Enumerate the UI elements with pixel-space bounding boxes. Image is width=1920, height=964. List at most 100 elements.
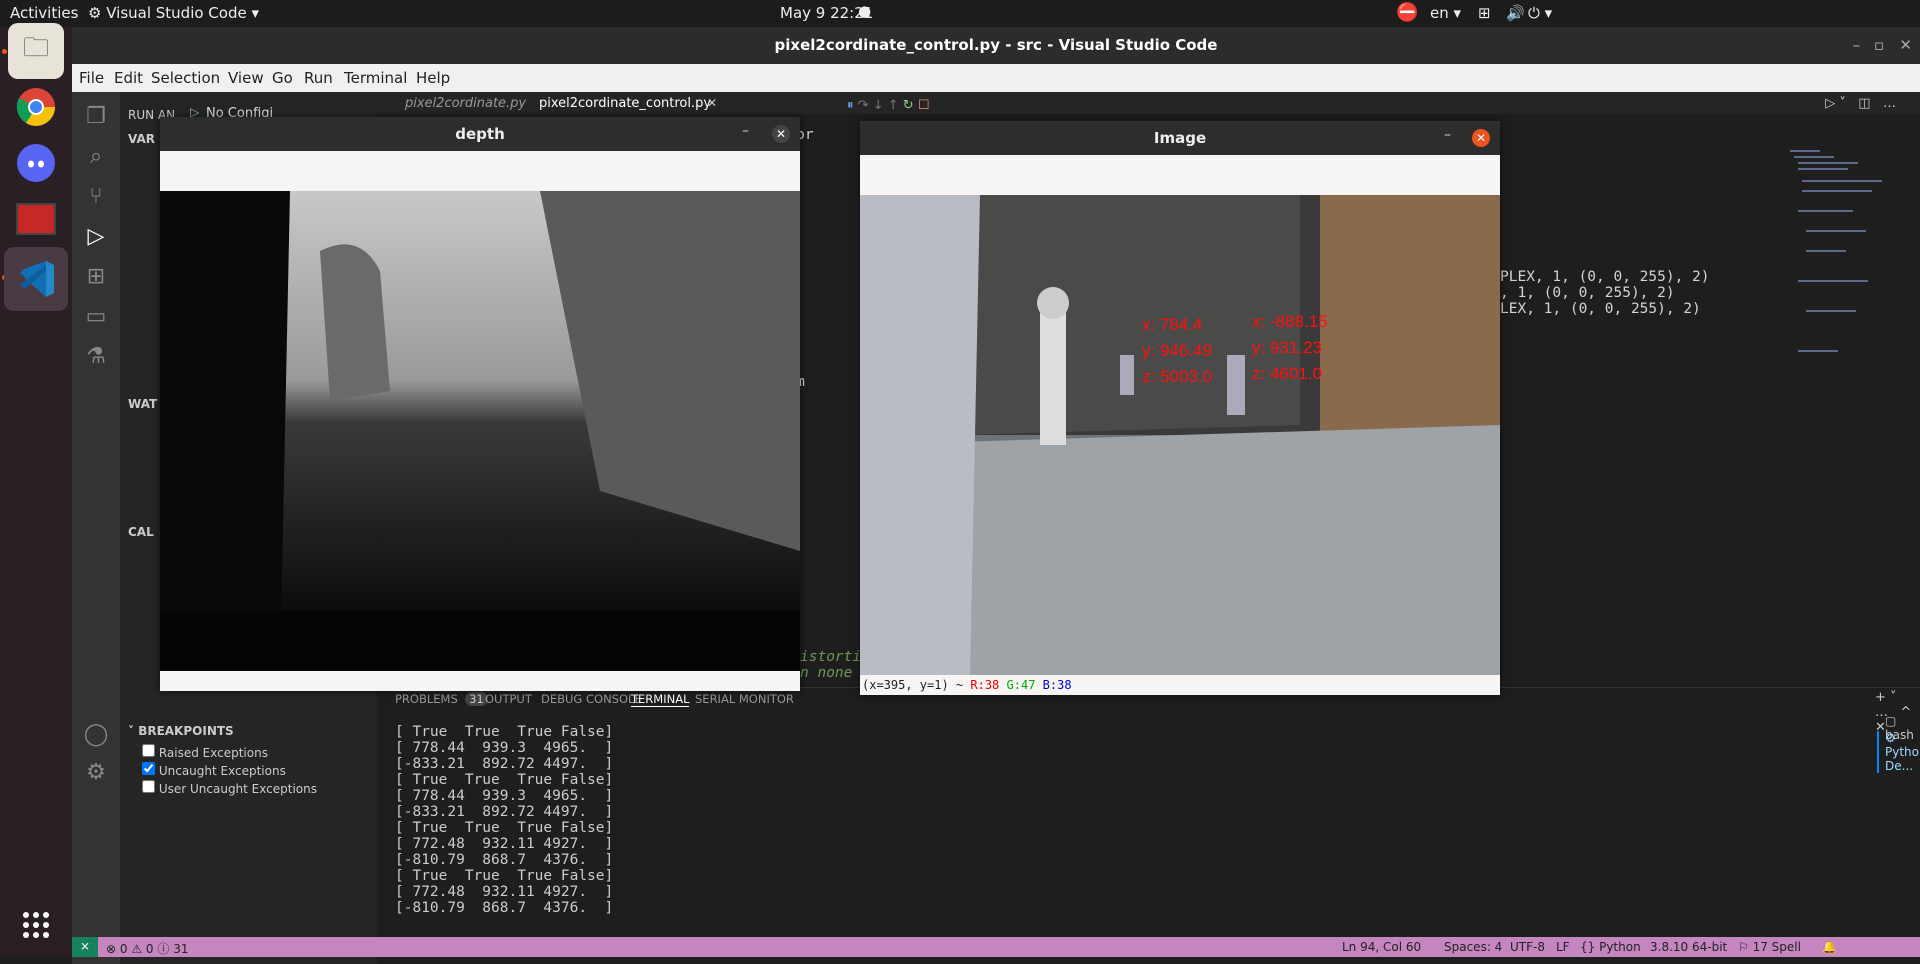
vscode-icon[interactable] — [4, 247, 68, 311]
encoding[interactable]: UTF-8 — [1510, 940, 1545, 954]
eol[interactable]: LF — [1556, 940, 1570, 954]
depth-close-button[interactable]: ✕ — [772, 125, 790, 143]
tab-debug-console[interactable]: DEBUG CONSOLE — [541, 692, 642, 706]
terminal-line: [ True True True False] — [395, 820, 614, 836]
remote-explorer-icon[interactable]: ▭ — [82, 304, 110, 332]
variables-header[interactable]: VAR — [128, 132, 155, 146]
tab-pixel2cordinate-control[interactable]: pixel2cordinate_control.py — [539, 96, 711, 111]
breakpoints-label: BREAKPOINTS — [138, 724, 234, 738]
close-button[interactable]: ✕ — [1899, 27, 1912, 64]
python-interpreter[interactable]: 3.8.10 64-bit — [1650, 940, 1727, 954]
step-over-icon[interactable]: ↷ — [858, 98, 869, 113]
settings-gear-icon[interactable]: ⚙ — [82, 760, 110, 788]
pause-icon[interactable]: ⏸ — [847, 98, 854, 113]
maximize-button[interactable]: ▫ — [1874, 27, 1884, 64]
code-line: istorti — [800, 649, 862, 665]
discord-icon[interactable] — [8, 135, 64, 191]
code-line: PLEX, 1, (0, 0, 255), 2) — [1500, 269, 1710, 285]
menu-go[interactable]: Go — [272, 69, 293, 87]
restart-icon[interactable]: ↻ — [903, 98, 914, 113]
run-debug-icon[interactable]: ▷ — [82, 224, 110, 252]
minimize-button[interactable]: – — [1853, 27, 1861, 64]
app-icon[interactable] — [8, 191, 64, 247]
source-control-icon[interactable]: ⑂ — [82, 184, 110, 212]
more-icon[interactable]: … — [1883, 96, 1896, 111]
running-indicator — [2, 49, 7, 54]
menu-run[interactable]: Run — [304, 69, 333, 87]
spell-status[interactable]: ⚐ 17 Spell — [1738, 940, 1801, 954]
network-icon[interactable]: ⊞ — [1478, 4, 1491, 22]
language-mode[interactable]: {} Python — [1580, 940, 1641, 954]
bp-uncaught-checkbox[interactable] — [142, 762, 155, 775]
camera-image[interactable]: x: 784.4 y: 946.49 z: 5003.0 x: -888.15 … — [860, 195, 1500, 675]
menu-edit[interactable]: Edit — [114, 69, 143, 87]
breakpoints-header[interactable]: ˅ BREAKPOINTS — [128, 724, 234, 738]
new-terminal-icon[interactable]: + ˅ — [1875, 690, 1897, 705]
chrome-icon[interactable] — [8, 79, 64, 135]
errors-count: 0 — [119, 942, 128, 956]
pixel-coords: (x=395, y=1) ~ — [862, 678, 971, 692]
activities-button[interactable]: Activities — [10, 4, 78, 22]
tab-close-icon[interactable]: ✕ — [707, 96, 717, 110]
menu-help[interactable]: Help — [416, 69, 450, 87]
terminal-line: [-833.21 892.72 4497. ] — [395, 804, 614, 820]
image-minimize-button[interactable]: – — [1444, 127, 1451, 143]
extensions-icon[interactable]: ⊞ — [82, 264, 110, 292]
code-line: n none — [800, 665, 853, 681]
image-title: Image — [860, 121, 1500, 155]
indentation[interactable]: Spaces: 4 — [1444, 940, 1502, 954]
code-line: LEX, 1, (0, 0, 255), 2) — [1500, 301, 1701, 317]
notifications-icon[interactable]: 🔔 — [1822, 940, 1837, 954]
files-icon[interactable]: 🗀 — [8, 23, 64, 79]
testing-icon[interactable]: ⚗ — [82, 344, 110, 372]
dock: 🗀 — [0, 23, 72, 957]
bp-user-uncaught-checkbox[interactable] — [142, 780, 155, 793]
problems-status[interactable]: ⊗ 0 ⚠ 0 ⓘ 31 — [106, 940, 188, 957]
bp-uncaught[interactable]: Uncaught Exceptions — [142, 762, 286, 778]
menu-file[interactable]: File — [79, 69, 104, 87]
menu-view[interactable]: View — [228, 69, 264, 87]
debug-toolbar: ⏸ ↷ ↓ ↑ ↻ ☐ — [847, 98, 929, 113]
terminal-python-label: Python De... — [1885, 745, 1920, 773]
show-apps-icon[interactable] — [8, 897, 64, 953]
search-icon[interactable]: ⌕ — [82, 144, 110, 172]
bp-user-uncaught[interactable]: User Uncaught Exceptions — [142, 780, 317, 796]
tab-pixel2cordinate[interactable]: pixel2cordinate.py — [405, 96, 526, 111]
bp-raised[interactable]: Raised Exceptions — [142, 744, 268, 760]
language-menu[interactable]: en ▾ — [1430, 4, 1461, 22]
remote-indicator[interactable]: ⨯ — [72, 937, 98, 957]
menu-terminal[interactable]: Terminal — [344, 69, 407, 87]
point1-y-label: y: 946.49 — [1142, 341, 1212, 360]
power-icon[interactable]: ⏻ ▾ — [1528, 4, 1552, 22]
minimap[interactable] — [1790, 150, 1890, 400]
volume-icon[interactable]: 🔊 — [1506, 4, 1525, 22]
step-out-icon[interactable]: ↑ — [888, 98, 899, 113]
watch-header[interactable]: WAT — [128, 397, 157, 411]
callstack-header[interactable]: CAL — [128, 525, 154, 539]
menu-selection[interactable]: Selection — [151, 69, 220, 87]
bp-raised-label: Raised Exceptions — [158, 746, 268, 760]
depth-image[interactable] — [160, 191, 800, 671]
image-close-button[interactable]: ✕ — [1472, 129, 1490, 147]
activity-bar: ❐ ⌕ ⑂ ▷ ⊞ ▭ ⚗ ◯ ⚙ — [72, 92, 120, 964]
terminal-python[interactable]: ⚙ Python De... — [1877, 731, 1920, 773]
cursor-position[interactable]: Ln 94, Col 60 — [1342, 940, 1421, 954]
tab-output[interactable]: OUTPUT — [485, 692, 532, 706]
app-menu[interactable]: ⚙ Visual Studio Code ▾ — [88, 4, 259, 22]
stop-icon[interactable]: ☐ — [918, 98, 930, 113]
step-into-icon[interactable]: ↓ — [873, 98, 884, 113]
explorer-icon[interactable]: ❐ — [82, 104, 110, 132]
depth-minimize-button[interactable]: – — [742, 123, 749, 139]
terminal-line: [ 772.48 932.11 4927. ] — [395, 836, 614, 852]
bp-raised-checkbox[interactable] — [142, 744, 155, 757]
terminal-output[interactable]: [ True True True False][ 778.44 939.3 49… — [395, 724, 613, 916]
run-file-icon[interactable]: ▷ ˅ — [1825, 96, 1846, 111]
stop-icon[interactable]: ⛔ — [1396, 2, 1418, 23]
split-editor-icon[interactable]: ◫ — [1858, 96, 1870, 111]
account-icon[interactable]: ◯ — [82, 722, 110, 750]
tab-terminal[interactable]: TERMINAL — [631, 692, 690, 707]
tab-serial-monitor[interactable]: SERIAL MONITOR — [695, 692, 794, 706]
window-titlebar: pixel2cordinate_control.py - src - Visua… — [72, 27, 1920, 64]
info-count: 31 — [173, 942, 189, 956]
tab-problems[interactable]: PROBLEMS 31 — [395, 692, 488, 706]
